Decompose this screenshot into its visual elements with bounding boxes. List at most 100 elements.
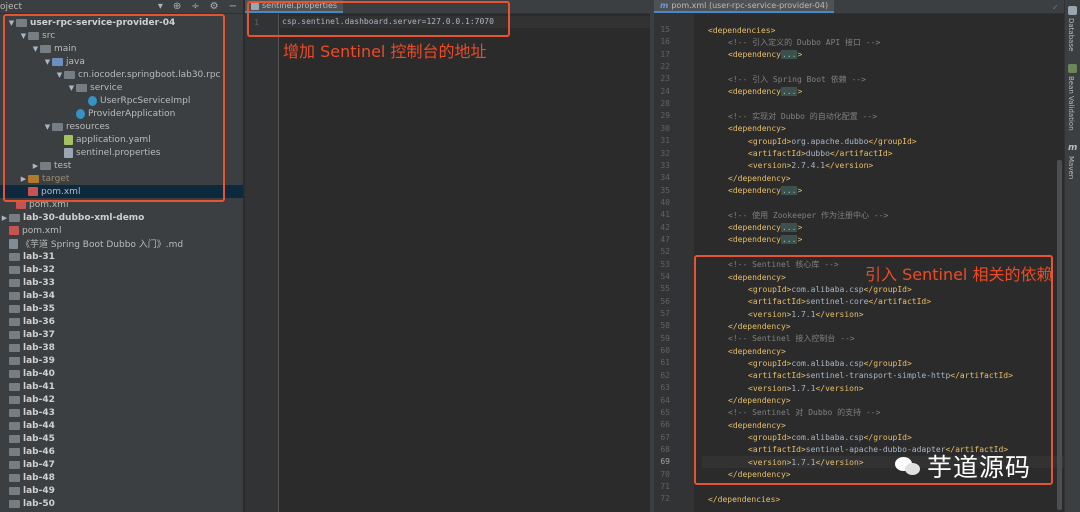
tree-item[interactable]: lab-37 [0, 328, 243, 341]
tree-item[interactable]: lab-31 [0, 250, 243, 263]
maven-icon: m [660, 1, 669, 10]
xml-tag: </dependency> [728, 173, 791, 183]
code-line[interactable]: <!-- 引入 Spring Boot 依赖 --> [702, 73, 866, 85]
project-panel-title[interactable]: oject [0, 2, 22, 12]
line-number: 52 [660, 247, 670, 257]
strip-bean-validation[interactable]: Bean Validation [1067, 76, 1075, 131]
tree-item[interactable]: lab-42 [0, 393, 243, 406]
tab-pom-xml[interactable]: m pom.xml (user-rpc-service-provider-04) [654, 0, 835, 13]
tree-item[interactable]: lab-43 [0, 406, 243, 419]
tree-item[interactable]: lab-44 [0, 419, 243, 432]
tree-item[interactable]: lab-45 [0, 432, 243, 445]
tree-item-label: lab-50 [23, 498, 55, 509]
code-line[interactable]: </dependencies> [702, 493, 780, 505]
code-line[interactable]: <dependency... > [702, 222, 802, 234]
tree-item[interactable]: 《芋道 Spring Boot Dubbo 入门》.md [0, 237, 243, 250]
folder-icon [9, 278, 20, 287]
line-number: 17 [660, 49, 670, 59]
xml-tag: <dependency> [728, 124, 786, 134]
code-line[interactable]: </dependency> [702, 172, 791, 184]
editor-sentinel-properties: sentinel.properties 1 csp.sentinel.dashb… [245, 0, 650, 512]
maven-strip-icon: m [1068, 143, 1078, 153]
code-line[interactable]: <version> 2.7.4.1 </version> [702, 160, 873, 172]
strip-database[interactable]: Database [1067, 18, 1075, 51]
xml-tag: > [797, 50, 803, 60]
tree-item[interactable]: lab-48 [0, 471, 243, 484]
xml-tag: > [797, 223, 803, 233]
highlight-box-properties [247, 1, 510, 37]
xml-tag: <dependency [728, 223, 781, 233]
tree-item-label: lab-31 [23, 251, 55, 262]
code-line[interactable]: <!-- 使用 Zookeeper 作为注册中心 --> [702, 209, 888, 221]
tree-item-label: lab-40 [23, 368, 55, 379]
editor-scrollbar[interactable] [1057, 160, 1062, 510]
tree-item[interactable]: ▶ lab-30-dubbo-xml-demo [0, 211, 243, 224]
maven-file-icon [9, 226, 19, 235]
annotation-properties: 增加 Sentinel 控制台的地址 [283, 42, 487, 61]
xml-tag: > [797, 186, 803, 196]
line-gutter: 1 [245, 14, 279, 512]
gear-icon[interactable]: ⚙ [210, 1, 219, 12]
folded-region[interactable]: ... [780, 223, 798, 233]
xml-comment: <!-- 使用 Zookeeper 作为注册中心 --> [728, 210, 889, 220]
tree-item-label: lab-43 [23, 407, 55, 418]
code-line[interactable]: <!-- 引入定义的 Dubbo API 接口 --> [702, 36, 880, 48]
code-line[interactable]: <dependencies> [702, 24, 775, 36]
strip-maven[interactable]: Maven [1067, 156, 1075, 179]
tree-item[interactable]: lab-41 [0, 380, 243, 393]
folder-icon [9, 356, 20, 365]
tree-item[interactable]: lab-34 [0, 289, 243, 302]
xml-tag: > [797, 87, 803, 97]
xml-tag: > [797, 235, 803, 245]
tree-item[interactable]: lab-50 [0, 497, 243, 510]
tree-item[interactable]: lab-49 [0, 484, 243, 497]
code-line[interactable]: <dependency... > [702, 234, 802, 246]
folded-region[interactable]: ... [780, 235, 798, 245]
line-number: 61 [660, 358, 670, 368]
line-number: 60 [660, 346, 670, 356]
code-line[interactable]: <dependency... > [702, 49, 802, 61]
xml-tag: <dependency [728, 235, 781, 245]
xml-tag: <groupId> [748, 136, 792, 146]
folder-icon [9, 499, 20, 508]
code-line[interactable]: <dependency> [702, 123, 786, 135]
hide-icon[interactable]: − [229, 1, 237, 12]
tree-item-label: 《芋道 Spring Boot Dubbo 入门》.md [21, 240, 184, 250]
line-number: 15 [660, 25, 670, 34]
line-number: 47 [660, 234, 670, 244]
folded-region[interactable]: ... [780, 186, 798, 196]
tree-item[interactable]: lab-35 [0, 302, 243, 315]
chevron-down-icon[interactable]: ▾ [158, 1, 163, 12]
line-number: 72 [660, 494, 670, 504]
code-line[interactable]: <!-- 实现对 Dubbo 的自动化配置 --> [702, 110, 877, 122]
folded-region[interactable]: ... [780, 87, 798, 97]
tree-item-label: lab-44 [23, 420, 55, 431]
tree-item[interactable]: lab-47 [0, 458, 243, 471]
chevron-right-icon[interactable]: ▶ [0, 214, 9, 222]
locate-icon[interactable]: ⊕ [173, 1, 181, 12]
tree-item[interactable]: lab-38 [0, 341, 243, 354]
tree-item[interactable]: lab-33 [0, 276, 243, 289]
code-line[interactable]: <dependency... > [702, 86, 802, 98]
code-line[interactable]: <groupId> org.apache.dubbo </groupId> [702, 135, 917, 147]
tree-item[interactable]: lab-32 [0, 263, 243, 276]
line-number: 64 [660, 395, 670, 405]
line-number: 65 [660, 407, 670, 417]
watermark-text: 芋道源码 [927, 453, 1032, 482]
tree-item[interactable]: lab-39 [0, 354, 243, 367]
tree-item[interactable]: pom.xml [0, 224, 243, 237]
folded-region[interactable]: ... [780, 50, 798, 60]
code-line[interactable]: <artifactId> dubbo </artifactId> [702, 148, 893, 160]
tree-item[interactable]: lab-40 [0, 367, 243, 380]
tree-item[interactable]: lab-46 [0, 445, 243, 458]
tree-item-label: lab-39 [23, 355, 55, 366]
line-number: 62 [660, 370, 670, 380]
code-line[interactable]: <dependency... > [702, 185, 802, 197]
line-number: 22 [660, 62, 670, 72]
inspection-ok-icon[interactable]: ✓ [1052, 3, 1059, 12]
tree-item-label: lab-33 [23, 277, 55, 288]
folder-icon [9, 447, 20, 456]
xml-tag: <dependencies> [708, 25, 776, 35]
tree-item[interactable]: lab-36 [0, 315, 243, 328]
collapse-icon[interactable]: ÷ [191, 1, 199, 12]
